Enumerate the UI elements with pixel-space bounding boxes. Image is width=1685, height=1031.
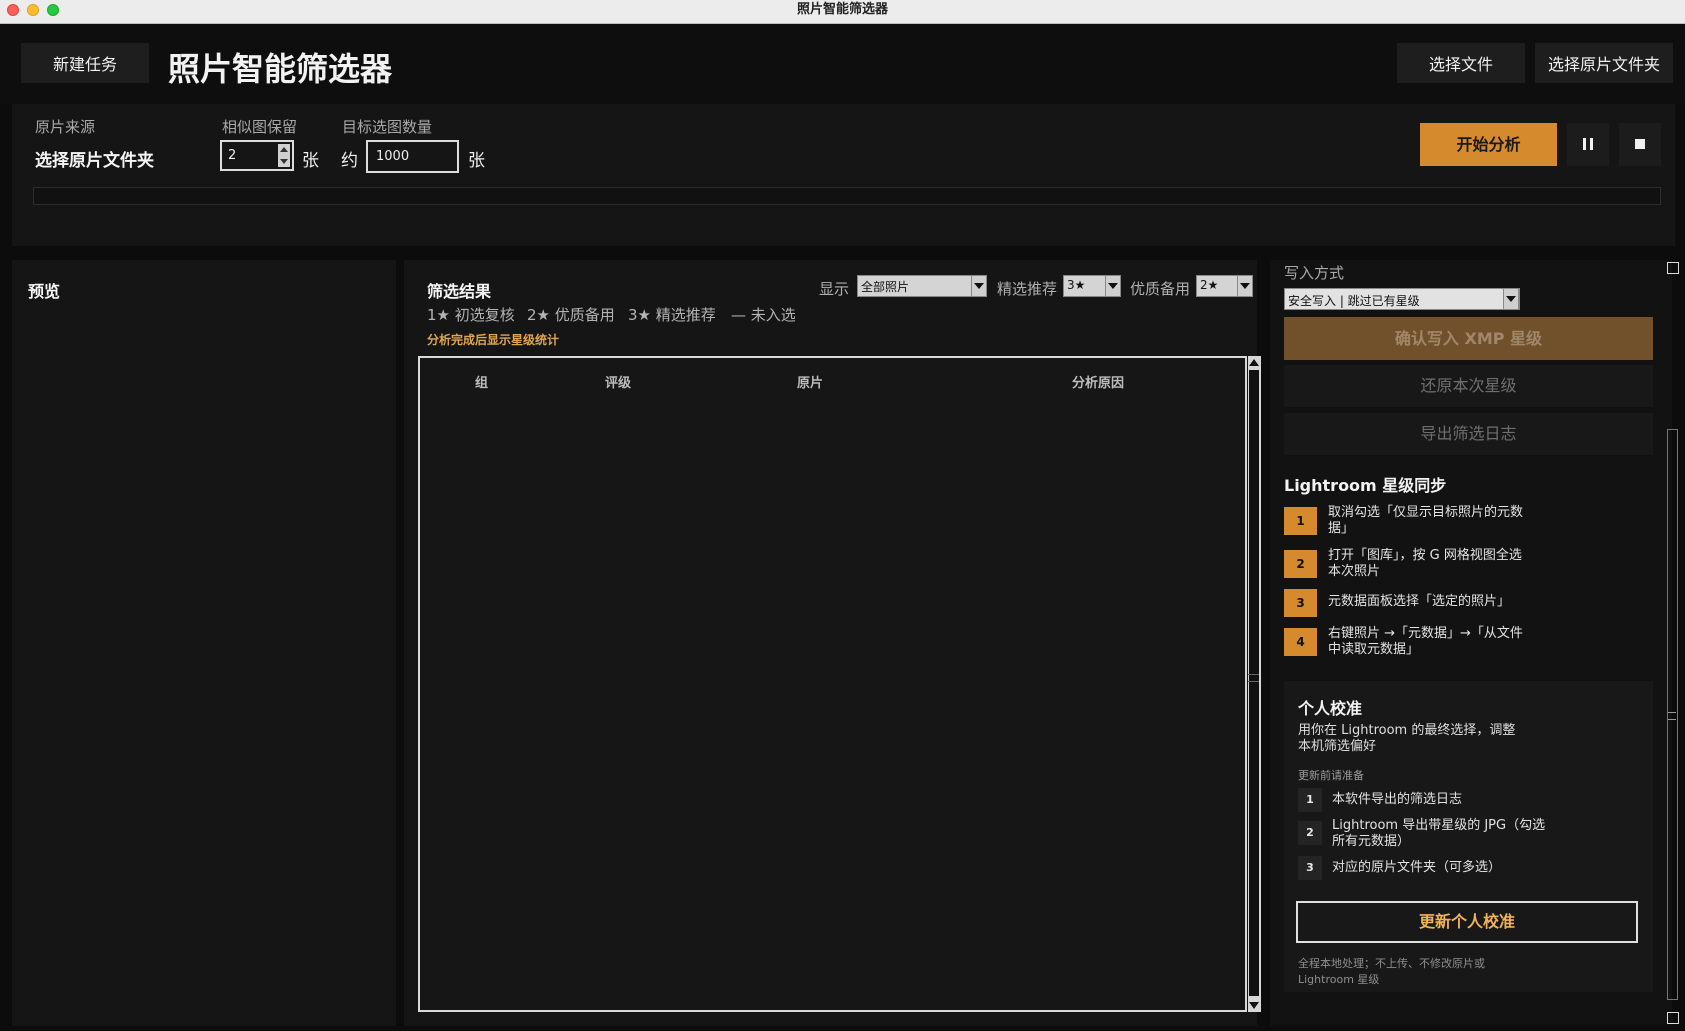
write-mode-value: 安全写入 | 跳过已有星级 xyxy=(1288,294,1420,308)
column-header-group[interactable]: 组 xyxy=(475,372,488,391)
column-header-rating[interactable]: 评级 xyxy=(605,372,631,391)
lr-step-2-number: 2 xyxy=(1284,550,1317,578)
start-analysis-button[interactable]: 开始分析 xyxy=(1420,123,1557,166)
write-mode-select[interactable]: 安全写入 | 跳过已有星级 xyxy=(1284,288,1520,310)
lr-step-2-text: 打开「图库」，按 G 网格视图全选本次照片 xyxy=(1328,548,1522,579)
pick-label: 精选推荐 xyxy=(997,280,1058,298)
calibration-title: 个人校准 xyxy=(1298,699,1363,718)
update-calibration-button[interactable]: 更新个人校准 xyxy=(1296,901,1638,943)
app-header: 新建任务 照片智能筛选器 选择文件 选择原片文件夹 xyxy=(0,24,1685,104)
preview-title: 预览 xyxy=(28,282,61,301)
lr-step-3-text: 元数据面板选择「选定的照片」 xyxy=(1328,594,1511,609)
legend-3-star: 3★ 精选推荐 xyxy=(628,306,716,324)
close-window-icon[interactable] xyxy=(7,4,19,16)
export-log-button[interactable]: 导出筛选日志 xyxy=(1284,413,1653,455)
calib-item-1-text: 本软件导出的筛选日志 xyxy=(1332,792,1463,807)
lr-step-4-text: 右键照片 →「元数据」→「从文件中读取元数据」 xyxy=(1328,626,1523,657)
window-title: 照片智能筛选器 xyxy=(796,2,888,17)
select-folder-button[interactable]: 选择原片文件夹 xyxy=(1535,43,1673,83)
column-header-reason[interactable]: 分析原因 xyxy=(1072,372,1124,391)
target-unit: 张 xyxy=(468,151,485,171)
pick-select[interactable]: 3★ xyxy=(1063,275,1121,297)
scroll-up-icon[interactable] xyxy=(1249,359,1259,366)
spin-arrows-icon[interactable] xyxy=(278,144,290,167)
restore-stars-button[interactable]: 还原本次星级 xyxy=(1284,365,1653,407)
calibration-description: 用你在 Lightroom 的最终选择，调整本机筛选偏好 xyxy=(1298,723,1516,754)
stop-icon xyxy=(1635,139,1645,149)
calib-item-2-text: Lightroom 导出带星级的 JPG（勾选所有元数据） xyxy=(1332,818,1546,849)
legend-unselected: — 未入选 xyxy=(731,306,796,324)
show-select-value: 全部照片 xyxy=(861,280,910,294)
similar-keep-spinbox[interactable]: 2 xyxy=(220,140,294,171)
lightroom-sync-title: Lightroom 星级同步 xyxy=(1284,476,1447,495)
lr-step-4-number: 4 xyxy=(1284,628,1317,656)
chevron-down-icon xyxy=(971,276,986,296)
results-panel: 筛选结果 显示 全部照片 精选推荐 3★ 优质备用 2★ 1★ 初选复核 2★ … xyxy=(404,260,1261,1026)
pause-button[interactable] xyxy=(1567,123,1609,166)
personal-calibration-section: 个人校准 用你在 Lightroom 的最终选择，调整本机筛选偏好 更新前请准备… xyxy=(1284,681,1653,992)
scroll-down-icon[interactable] xyxy=(1249,1002,1259,1009)
calib-item-3-text: 对应的原片文件夹（可多选） xyxy=(1332,860,1502,875)
analysis-progress-bar xyxy=(33,187,1661,205)
write-panel: 写入方式 安全写入 | 跳过已有星级 确认写入 XMP 星级 还原本次星级 导出… xyxy=(1270,260,1672,1026)
lr-step-1-number: 1 xyxy=(1284,507,1317,535)
scroll-grip-icon[interactable] xyxy=(1668,712,1676,720)
new-task-button[interactable]: 新建任务 xyxy=(21,43,149,83)
results-scrollbar[interactable] xyxy=(1248,356,1261,1012)
backup-label: 优质备用 xyxy=(1130,280,1191,298)
scroll-up-icon[interactable] xyxy=(1667,262,1679,274)
privacy-footnote: 全程本地处理；不上传、不修改原片或 Lightroom 星级 xyxy=(1298,957,1485,986)
app-title: 照片智能筛选器 xyxy=(168,50,393,88)
window-titlebar: 照片智能筛选器 xyxy=(0,0,1685,24)
source-label: 原片来源 xyxy=(35,118,96,136)
similar-keep-value: 2 xyxy=(228,148,237,163)
show-select[interactable]: 全部照片 xyxy=(857,275,987,297)
scroll-grip-icon[interactable] xyxy=(1248,674,1259,682)
target-label: 目标选图数量 xyxy=(342,118,433,136)
calibration-prep-label: 更新前请准备 xyxy=(1298,769,1364,782)
backup-select[interactable]: 2★ xyxy=(1196,275,1253,297)
results-table[interactable]: 组 评级 原片 分析原因 xyxy=(418,356,1247,1012)
source-value[interactable]: 选择原片文件夹 xyxy=(35,146,154,171)
pick-select-value: 3★ xyxy=(1067,278,1086,292)
legend-1-star: 1★ 初选复核 xyxy=(427,306,515,324)
calib-item-3-number: 3 xyxy=(1298,856,1322,880)
similar-unit: 张 xyxy=(302,151,319,171)
calib-item-1-number: 1 xyxy=(1298,788,1322,812)
target-prefix: 约 xyxy=(341,151,358,171)
stop-button[interactable] xyxy=(1619,123,1661,166)
minimize-window-icon[interactable] xyxy=(27,4,39,16)
confirm-write-xmp-button[interactable]: 确认写入 XMP 星级 xyxy=(1284,317,1653,360)
chevron-down-icon xyxy=(1237,276,1252,296)
column-header-original[interactable]: 原片 xyxy=(797,372,823,391)
similar-label: 相似图保留 xyxy=(222,118,298,136)
chevron-down-icon xyxy=(1105,276,1120,296)
show-label: 显示 xyxy=(819,280,850,298)
legend-2-star: 2★ 优质备用 xyxy=(527,306,615,324)
lr-step-1-text: 取消勾选「仅显示目标照片的元数据」 xyxy=(1328,505,1524,536)
scroll-track[interactable] xyxy=(1249,370,1259,996)
target-count-input[interactable]: 1000 xyxy=(366,140,459,173)
preview-panel: 预览 xyxy=(12,260,396,1026)
scroll-down-icon[interactable] xyxy=(1667,1012,1679,1024)
settings-panel: 原片来源 选择原片文件夹 相似图保留 2 张 目标选图数量 约 1000 张 开… xyxy=(12,104,1675,246)
right-panel-scrollbar[interactable] xyxy=(1666,262,1679,1026)
lr-step-3-number: 3 xyxy=(1284,589,1317,617)
star-stat-note: 分析完成后显示星级统计 xyxy=(427,333,560,347)
calib-item-2-number: 2 xyxy=(1298,821,1322,845)
write-mode-label: 写入方式 xyxy=(1284,264,1345,282)
backup-select-value: 2★ xyxy=(1200,278,1219,292)
chevron-down-icon xyxy=(1503,289,1518,309)
results-title: 筛选结果 xyxy=(427,282,492,301)
select-files-button[interactable]: 选择文件 xyxy=(1397,43,1525,83)
maximize-window-icon[interactable] xyxy=(47,4,59,16)
